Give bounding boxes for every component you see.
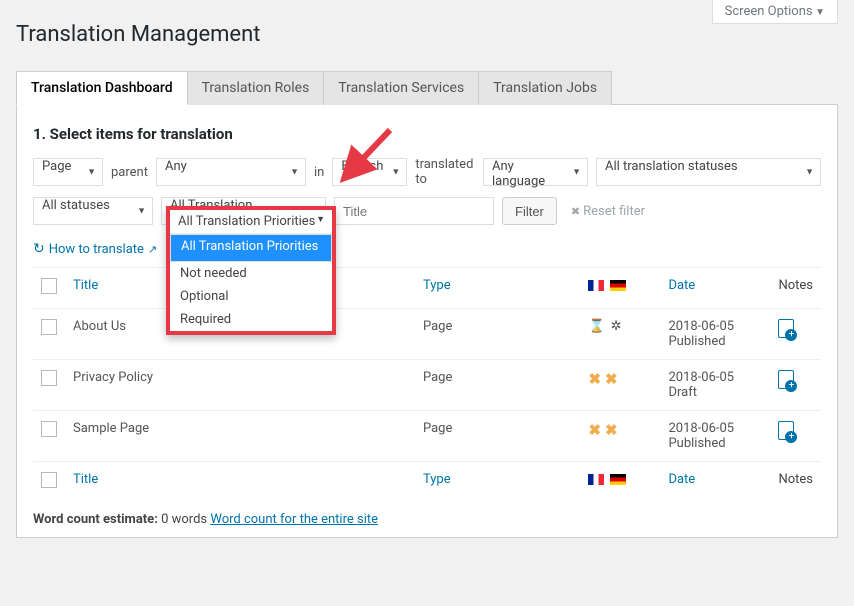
select-all-checkbox[interactable]: [41, 278, 57, 294]
priority-option[interactable]: All Translation Priorities: [170, 234, 332, 262]
screen-options-button[interactable]: Screen Options: [712, 0, 838, 24]
in-label: in: [314, 165, 324, 180]
priorities-dropdown-open: All Translation Priorities All Translati…: [166, 206, 336, 335]
table-row: Sample Page Page ✖✖ 2018-06-05Published: [33, 411, 821, 462]
missing-icon: ✖: [605, 421, 618, 439]
priority-option[interactable]: Not needed: [170, 262, 332, 285]
translation-status-select[interactable]: All translation statuses: [596, 158, 821, 186]
german-flag-icon: [610, 474, 626, 485]
word-count-estimate: Word count estimate: 0 words Word count …: [33, 512, 821, 527]
col-notes: Notes: [770, 268, 821, 309]
row-title[interactable]: Sample Page: [65, 411, 415, 462]
missing-icon: ✖: [588, 421, 601, 439]
add-note-icon[interactable]: [778, 370, 794, 389]
target-lang-select[interactable]: Any language: [483, 158, 588, 186]
missing-icon: ✖: [605, 370, 618, 388]
hourglass-icon: ⌛: [588, 319, 604, 334]
row-state: Published: [668, 436, 725, 451]
tab-services[interactable]: Translation Services: [324, 71, 479, 105]
french-flag-icon: [588, 474, 604, 485]
col-type-footer[interactable]: Type: [415, 462, 580, 503]
how-to-translate-link[interactable]: How to translate: [33, 241, 157, 257]
row-state: Draft: [668, 385, 697, 400]
priority-option[interactable]: Required: [170, 308, 332, 331]
row-date: 2018-06-05: [668, 319, 734, 334]
parent-select[interactable]: Any: [156, 158, 306, 186]
col-flags: [580, 268, 660, 309]
col-date[interactable]: Date: [660, 268, 770, 309]
table-row: Privacy Policy Page ✖✖ 2018-06-05Draft: [33, 360, 821, 411]
tab-dashboard[interactable]: Translation Dashboard: [16, 71, 188, 105]
row-type: Page: [415, 309, 580, 360]
row-title[interactable]: Privacy Policy: [65, 360, 415, 411]
col-date-footer[interactable]: Date: [660, 462, 770, 503]
row-type: Page: [415, 360, 580, 411]
dashboard-panel: 1. Select items for translation Page par…: [16, 105, 838, 538]
parent-label: parent: [111, 165, 148, 180]
german-flag-icon: [610, 280, 626, 291]
post-type-select[interactable]: Page: [33, 158, 103, 186]
row-date: 2018-06-05: [668, 370, 734, 385]
row-state: Published: [668, 334, 725, 349]
source-lang-select[interactable]: English: [332, 158, 407, 186]
priority-option[interactable]: Optional: [170, 285, 332, 308]
statuses-select[interactable]: All statuses: [33, 197, 153, 225]
section-heading: 1. Select items for translation: [33, 125, 821, 143]
row-checkbox[interactable]: [41, 421, 57, 437]
gear-icon: ✲: [611, 319, 622, 334]
tabs: Translation Dashboard Translation Roles …: [16, 71, 838, 105]
items-table: Title Type Date Notes About Us Page ⌛✲ 2…: [33, 267, 821, 502]
add-note-icon[interactable]: [778, 421, 794, 440]
missing-icon: ✖: [588, 370, 601, 388]
add-note-icon[interactable]: [778, 319, 794, 338]
filter-button[interactable]: Filter: [502, 197, 557, 225]
col-notes-footer: Notes: [770, 462, 821, 503]
title-input[interactable]: [334, 197, 494, 225]
col-title-footer[interactable]: Title: [65, 462, 415, 503]
row-checkbox[interactable]: [41, 370, 57, 386]
select-all-checkbox-footer[interactable]: [41, 472, 57, 488]
reset-filter-button[interactable]: Reset filter: [571, 204, 645, 219]
translated-to-label: translated to: [415, 157, 475, 187]
row-type: Page: [415, 411, 580, 462]
row-date: 2018-06-05: [668, 421, 734, 436]
tab-roles[interactable]: Translation Roles: [188, 71, 325, 105]
tab-jobs[interactable]: Translation Jobs: [479, 71, 612, 105]
table-row: About Us Page ⌛✲ 2018-06-05Published: [33, 309, 821, 360]
col-type[interactable]: Type: [415, 268, 580, 309]
row-checkbox[interactable]: [41, 319, 57, 335]
word-count-link[interactable]: Word count for the entire site: [210, 512, 378, 527]
french-flag-icon: [588, 280, 604, 291]
page-title: Translation Management: [16, 22, 838, 47]
priorities-dropdown-header[interactable]: All Translation Priorities: [170, 210, 332, 234]
